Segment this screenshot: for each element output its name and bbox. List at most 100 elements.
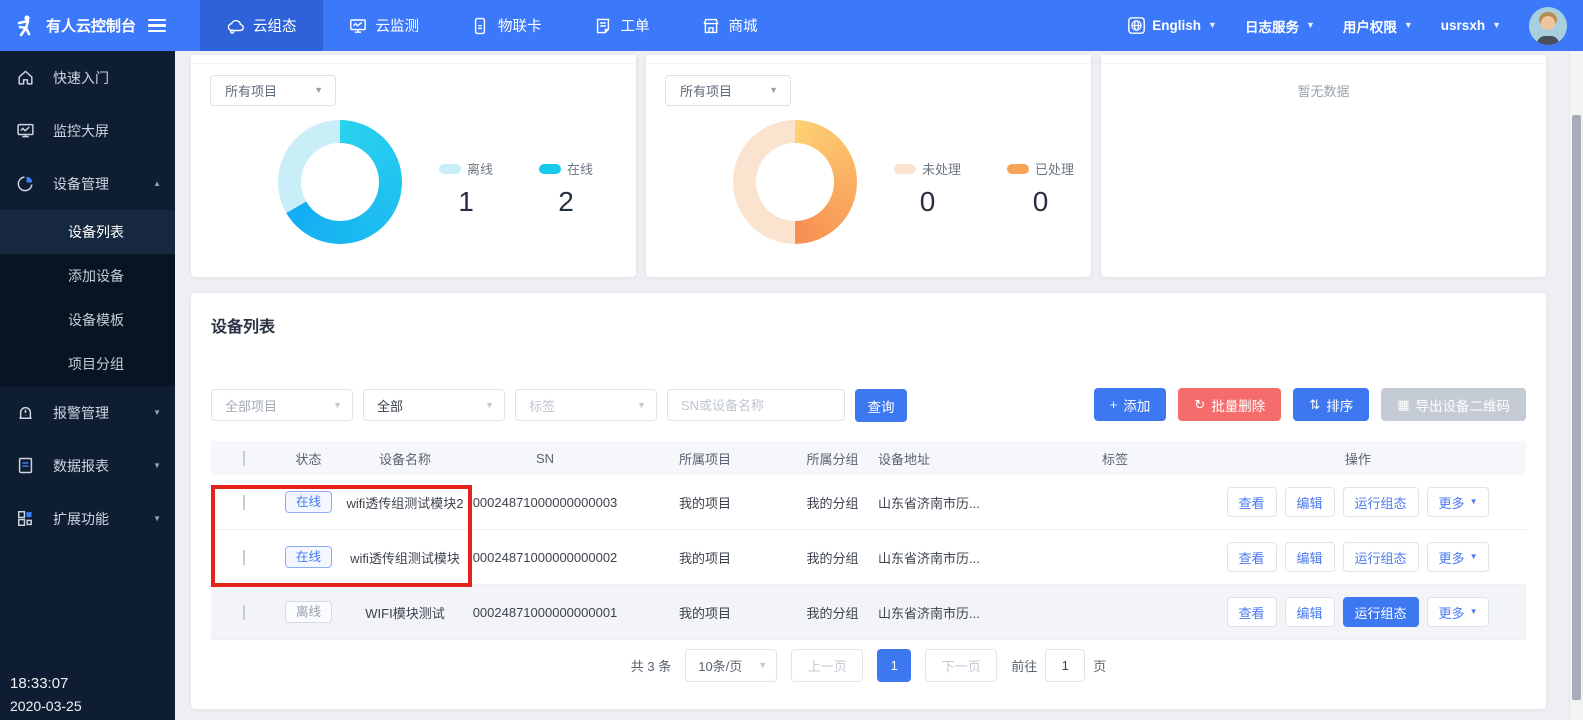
more-button[interactable]: 更多 ▼ (1427, 542, 1490, 572)
tab-cloud-scada[interactable]: 云组态 (200, 0, 323, 51)
export-qr-button[interactable]: ▦ 导出设备二维码 (1381, 388, 1526, 421)
device-project: 我的项目 (620, 548, 790, 567)
legend-online: 在线 2 (539, 159, 593, 218)
run-scada-button[interactable]: 运行组态 (1343, 542, 1419, 572)
project-filter-select[interactable]: 所有项目 ▼ (210, 75, 336, 106)
col-actions: 操作 (1190, 449, 1526, 468)
project-filter-value: 所有项目 (225, 81, 277, 100)
tag-select[interactable]: 标签 ▼ (515, 389, 657, 421)
plus-icon: + (1110, 398, 1118, 411)
sidebar-subitem-device-list[interactable]: 设备列表 (0, 210, 175, 254)
scrollbar-thumb[interactable] (1572, 115, 1581, 700)
legend-offline: 离线 1 (439, 159, 493, 218)
select-all-checkbox[interactable] (243, 451, 245, 466)
hamburger-menu-icon[interactable] (148, 19, 166, 33)
row-checkbox[interactable] (243, 550, 245, 565)
chevron-down-icon: ▼ (1208, 21, 1217, 30)
tab-label: 工单 (621, 15, 650, 36)
tab-label: 云监测 (376, 15, 420, 36)
usr-logo-icon (12, 13, 38, 39)
chevron-down-icon: ▼ (1306, 21, 1315, 30)
sidebar-item-quick-start[interactable]: 快速入门 (0, 51, 175, 104)
unhandled-count: 0 (920, 186, 936, 218)
tab-label: 物联卡 (498, 15, 542, 36)
row-checkbox[interactable] (243, 495, 245, 510)
handled-count: 0 (1033, 186, 1049, 218)
tab-iot-sim[interactable]: 物联卡 (445, 0, 568, 51)
vertical-scrollbar[interactable] (1569, 51, 1583, 720)
avatar[interactable] (1529, 7, 1567, 45)
add-label: 添加 (1123, 395, 1150, 415)
search-input[interactable] (681, 398, 834, 413)
page-number-1[interactable]: 1 (877, 649, 911, 682)
goto-page-input[interactable] (1045, 649, 1085, 682)
sidebar-item-extensions[interactable]: 扩展功能 ▼ (0, 492, 175, 545)
edit-button[interactable]: 编辑 (1285, 542, 1335, 572)
device-sn: 00024871000000000001 (470, 605, 620, 620)
run-scada-button[interactable]: 运行组态 (1343, 487, 1419, 517)
chevron-down-icon: ▼ (1470, 553, 1478, 561)
sidebar-item-monitor-screen[interactable]: 监控大屏 (0, 104, 175, 157)
legend-handled: 已处理 0 (1007, 159, 1074, 218)
row-checkbox[interactable] (243, 605, 245, 620)
edit-button[interactable]: 编辑 (1285, 487, 1335, 517)
status-select[interactable]: 全部 ▼ (363, 389, 505, 421)
run-scada-button[interactable]: 运行组态 (1343, 597, 1419, 627)
toolbar: + 添加 ↻ 批量删除 ⇅ 排序 ▦ 导出设备二维码 (1094, 388, 1526, 421)
chevron-down-icon: ▼ (1470, 498, 1478, 506)
sort-button[interactable]: ⇅ 排序 (1293, 388, 1369, 421)
panel-title: 设备列表 (211, 313, 275, 337)
log-service-menu[interactable]: 日志服务 ▼ (1245, 16, 1315, 36)
next-page-button[interactable]: 下一页 (925, 649, 997, 682)
col-sn: SN (470, 451, 620, 466)
sidebar-item-data-report[interactable]: 数据报表 ▼ (0, 439, 175, 492)
sidebar-item-device-management[interactable]: 设备管理 ▲ (0, 157, 175, 210)
batch-delete-button[interactable]: ↻ 批量删除 (1178, 388, 1281, 421)
chevron-down-icon: ▼ (153, 462, 161, 470)
chevron-down-icon: ▼ (153, 409, 161, 417)
subitem-label: 设备列表 (68, 222, 124, 242)
device-project: 我的项目 (620, 493, 790, 512)
tab-cloud-monitor[interactable]: 云监测 (323, 0, 446, 51)
sort-label: 排序 (1326, 395, 1353, 415)
tab-work-order[interactable]: 工单 (568, 0, 676, 51)
edit-button[interactable]: 编辑 (1285, 597, 1335, 627)
current-date: 2020-03-25 (10, 698, 82, 714)
device-table: 状态 设备名称 SN 所属项目 所属分组 设备地址 标签 操作 在线 wifi透… (211, 441, 1526, 640)
search-button[interactable]: 查询 (855, 389, 907, 422)
sidebar-clock: 18:33:07 2020-03-25 (10, 675, 82, 714)
sidebar-subitem-add-device[interactable]: 添加设备 (0, 254, 175, 298)
view-button[interactable]: 查看 (1227, 487, 1277, 517)
tab-mall[interactable]: 商城 (676, 0, 784, 51)
language-menu[interactable]: English ▼ (1128, 17, 1217, 34)
project-filter-select[interactable]: 所有项目 ▼ (665, 75, 791, 106)
alarm-status-donut-chart (733, 120, 857, 244)
sidebar-item-alarm-management[interactable]: 报警管理 ▼ (0, 386, 175, 439)
legend-label: 已处理 (1035, 159, 1074, 178)
report-doc-icon (16, 456, 53, 475)
more-label: 更多 (1439, 493, 1465, 512)
device-sn: 00024871000000000002 (470, 550, 620, 565)
chevron-down-icon: ▼ (1470, 608, 1478, 616)
sidebar-subitem-project-group[interactable]: 项目分组 (0, 342, 175, 386)
user-permission-menu[interactable]: 用户权限 ▼ (1343, 16, 1413, 36)
view-button[interactable]: 查看 (1227, 542, 1277, 572)
status-select-value: 全部 (377, 396, 403, 415)
device-name: WIFI模块测试 (340, 603, 470, 622)
brand-area: 有人云控制台 (0, 0, 175, 51)
project-select[interactable]: 全部项目 ▼ (211, 389, 353, 421)
page-size-select[interactable]: 10条/页 ▼ (685, 649, 777, 682)
more-button[interactable]: 更多 ▼ (1427, 487, 1490, 517)
table-row: 在线 wifi透传组测试模块 00024871000000000002 我的项目… (211, 530, 1526, 585)
username-menu[interactable]: usrsxh ▼ (1441, 18, 1501, 33)
prev-page-button[interactable]: 上一页 (791, 649, 863, 682)
add-device-button[interactable]: + 添加 (1094, 388, 1167, 421)
tab-label: 云组态 (253, 15, 297, 36)
device-address: 山东省济南市历... (875, 603, 1040, 622)
more-button[interactable]: 更多 ▼ (1427, 597, 1490, 627)
sidebar-subitem-device-template[interactable]: 设备模板 (0, 298, 175, 342)
view-button[interactable]: 查看 (1227, 597, 1277, 627)
legend-label: 离线 (467, 159, 493, 178)
extensions-grid-icon (16, 509, 53, 528)
sort-icon: ⇅ (1309, 398, 1320, 411)
